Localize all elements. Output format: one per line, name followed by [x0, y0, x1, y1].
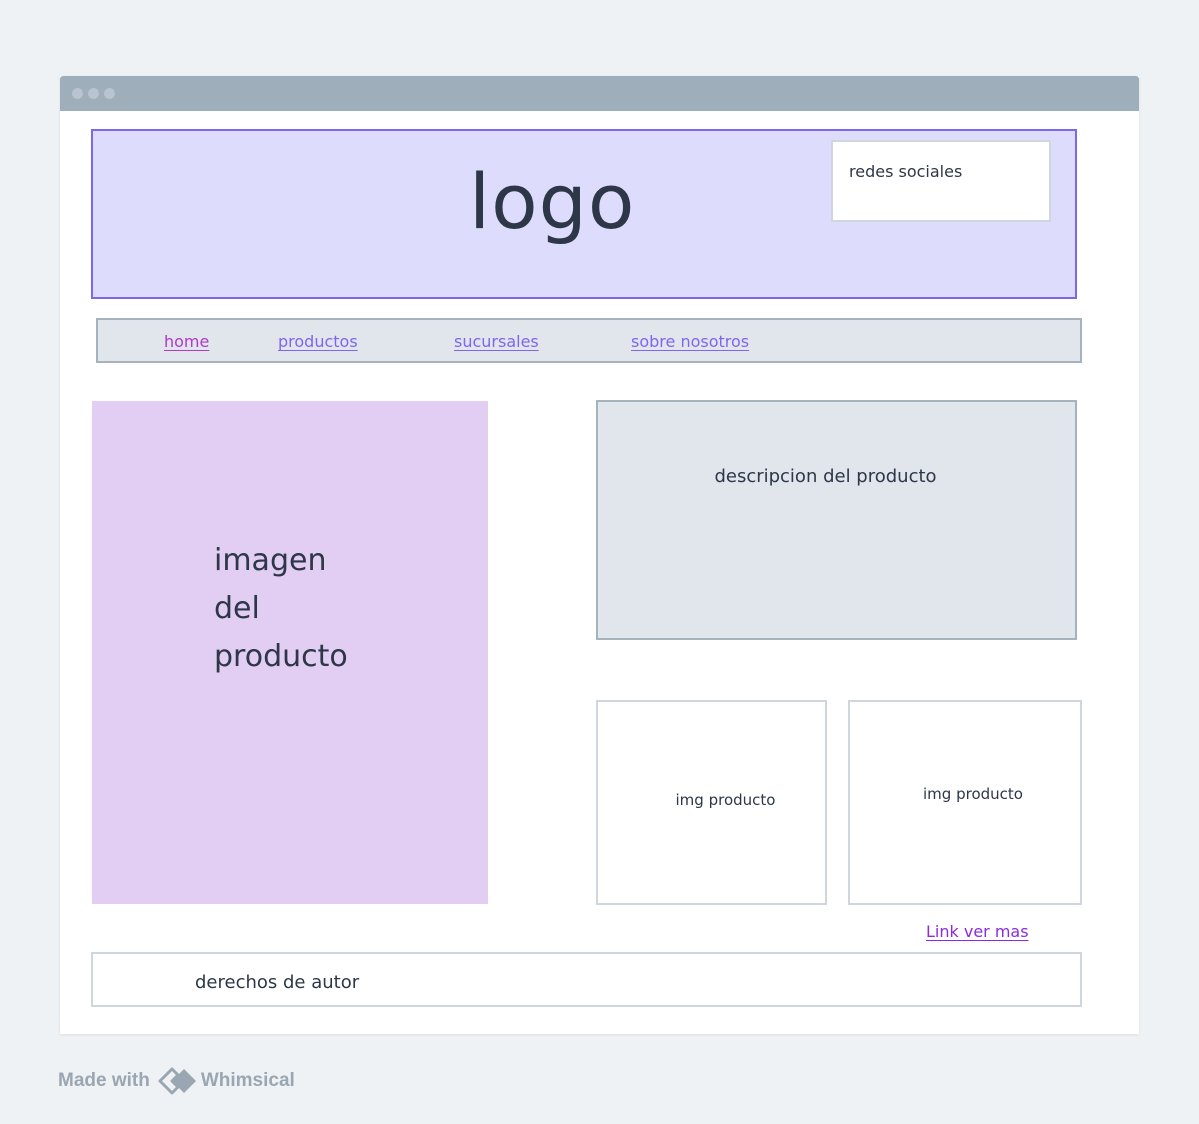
see-more-link[interactable]: Link ver mas	[926, 922, 1029, 941]
nav-link-productos[interactable]: productos	[278, 332, 358, 351]
window-dot-icon	[104, 88, 115, 99]
thumbnail-image-1[interactable]: img producto	[596, 700, 827, 905]
logo-text: logo	[469, 157, 636, 246]
social-media-box: redes sociales	[831, 140, 1051, 222]
product-description-box: descripcion del producto	[596, 400, 1077, 640]
whimsical-watermark: Made with Whimsical	[58, 1066, 295, 1096]
thumbnail-image-2[interactable]: img producto	[848, 700, 1082, 905]
whimsical-brand-text: Whimsical	[200, 1070, 295, 1091]
made-with-text: Made with	[58, 1070, 150, 1091]
product-image-label: imagen del producto	[214, 543, 348, 674]
nav-link-sucursales[interactable]: sucursales	[454, 332, 539, 351]
footer-box: derechos de autor	[91, 952, 1082, 1007]
nav-link-home[interactable]: home	[164, 332, 209, 351]
window-dot-icon	[88, 88, 99, 99]
nav-link-sobre-nosotros[interactable]: sobre nosotros	[631, 332, 749, 351]
window-dot-icon	[72, 88, 83, 99]
product-image-placeholder: imagen del producto	[92, 401, 488, 904]
browser-titlebar	[60, 76, 1139, 111]
whimsical-logo-icon	[158, 1067, 196, 1095]
nav-bar: home productos sucursales sobre nosotros	[96, 318, 1082, 363]
browser-window: logo redes sociales home productos sucur…	[60, 76, 1139, 1034]
